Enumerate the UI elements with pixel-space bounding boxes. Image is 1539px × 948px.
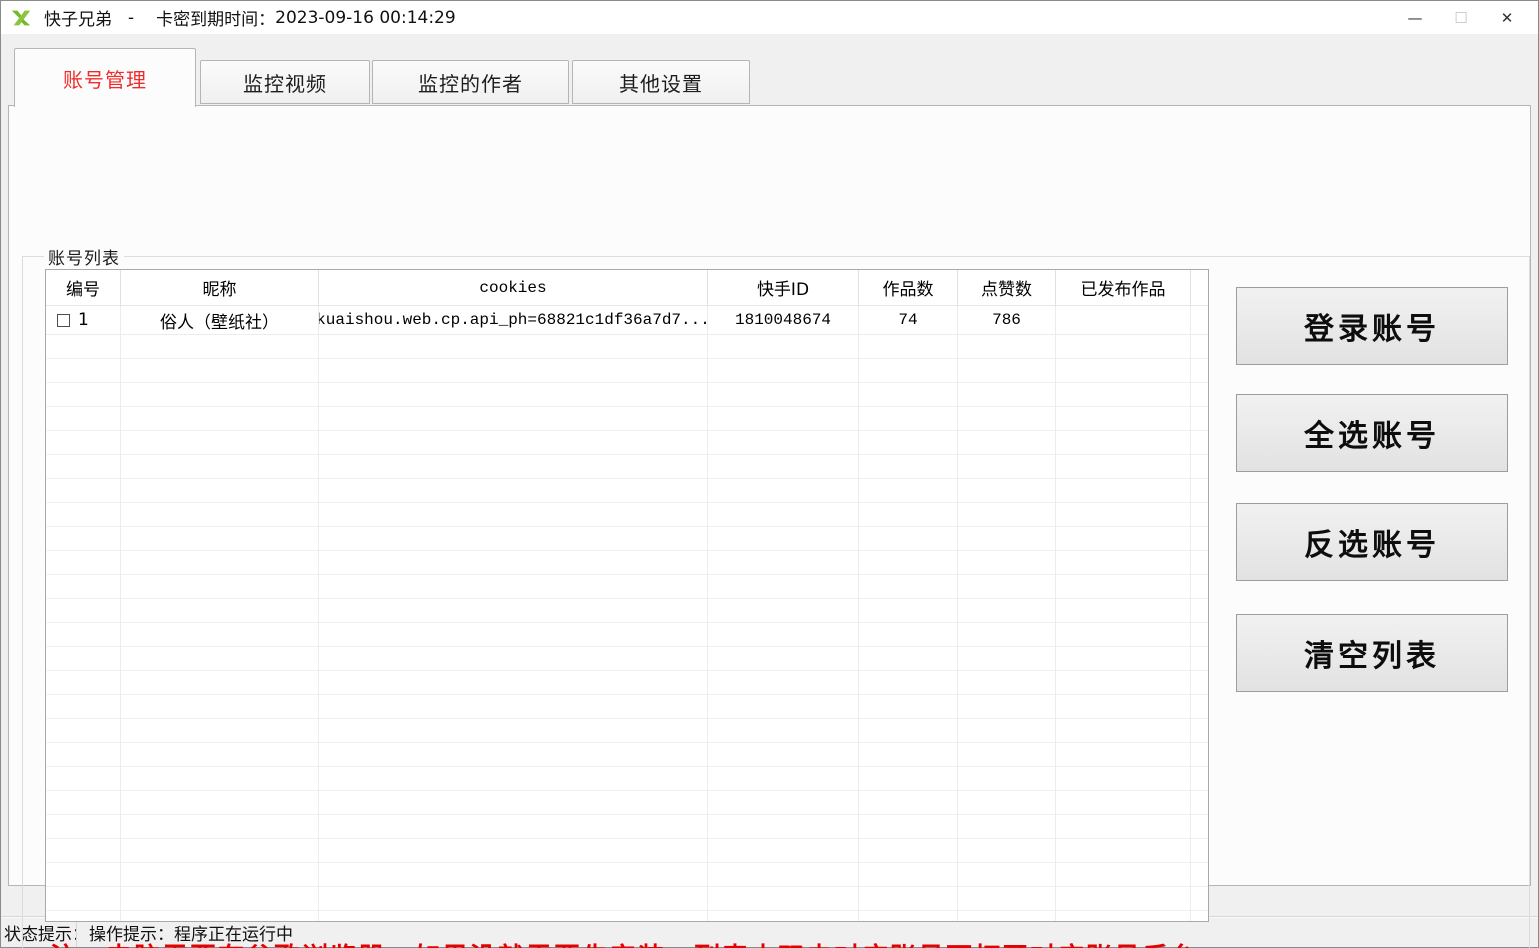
column-header-nickname[interactable]: 昵称 xyxy=(121,270,319,306)
tab-account-management[interactable]: 账号管理 xyxy=(14,48,196,107)
cell-likes-count: 786 xyxy=(958,306,1056,335)
select-all-accounts-button[interactable]: 全选账号 xyxy=(1236,394,1508,472)
row-checkbox[interactable] xyxy=(57,314,70,327)
column-header-index[interactable]: 编号 xyxy=(46,270,121,306)
column-header-cookies[interactable]: cookies xyxy=(319,270,708,306)
cell-works-count: 74 xyxy=(859,306,958,335)
account-table: 编号 昵称 cookies 快手ID 作品数 点赞数 已发布作品 1 俗人（壁纸… xyxy=(45,269,1209,922)
close-icon: ✕ xyxy=(1501,9,1514,27)
groupbox-label: 账号列表 xyxy=(44,244,124,269)
empty-table-area xyxy=(46,335,1208,922)
maximize-icon: ☐ xyxy=(1454,9,1467,27)
tab-label: 监控的作者 xyxy=(418,68,523,97)
account-management-page: 账号列表 编号 昵称 cookies 快手ID 作品数 点赞数 已发布作品 1 xyxy=(8,105,1531,886)
tab-other-settings[interactable]: 其他设置 xyxy=(572,60,750,104)
account-list-groupbox: 账号列表 编号 昵称 cookies 快手ID 作品数 点赞数 已发布作品 1 xyxy=(22,256,1530,948)
grid-line xyxy=(957,335,958,922)
expiry-label: 卡密到期时间： xyxy=(156,5,275,30)
column-header-works-count[interactable]: 作品数 xyxy=(859,270,958,306)
row-index: 1 xyxy=(78,310,89,330)
grid-line xyxy=(120,335,121,922)
column-header-kuaishou-id[interactable]: 快手ID xyxy=(708,270,859,306)
grid-line xyxy=(1190,335,1191,922)
grid-line xyxy=(318,335,319,922)
grid-line xyxy=(1055,335,1056,922)
cell-filler xyxy=(1191,306,1208,335)
cell-cookies: kuaishou.web.cp.api_ph=68821c1df36a7d7..… xyxy=(319,306,708,335)
tab-monitored-authors[interactable]: 监控的作者 xyxy=(372,60,569,104)
tab-label: 监控视频 xyxy=(243,68,327,97)
login-account-button[interactable]: 登录账号 xyxy=(1236,287,1508,365)
table-row[interactable]: 1 俗人（壁纸社） kuaishou.web.cp.api_ph=68821c1… xyxy=(46,306,1208,335)
app-name: 快子兄弟 xyxy=(44,5,112,30)
close-button[interactable]: ✕ xyxy=(1484,1,1530,34)
minimize-icon: — xyxy=(1408,9,1423,27)
grid-line xyxy=(858,335,859,922)
column-header-published-works[interactable]: 已发布作品 xyxy=(1056,270,1191,306)
window-controls: — ☐ ✕ xyxy=(1392,1,1530,34)
title-bar: 快子兄弟 - 卡密到期时间： 2023-09-16 00:14:29 — ☐ ✕ xyxy=(1,1,1538,34)
app-window: 快子兄弟 - 卡密到期时间： 2023-09-16 00:14:29 — ☐ ✕… xyxy=(0,0,1539,948)
column-header-likes-count[interactable]: 点赞数 xyxy=(958,270,1056,306)
cell-index: 1 xyxy=(46,306,121,335)
tab-label: 其他设置 xyxy=(619,68,703,97)
maximize-button[interactable]: ☐ xyxy=(1438,1,1484,34)
expiry-value: 2023-09-16 00:14:29 xyxy=(275,8,456,28)
invert-selection-button[interactable]: 反选账号 xyxy=(1236,503,1508,581)
tab-label: 账号管理 xyxy=(63,64,147,93)
cell-kuaishou-id: 1810048674 xyxy=(708,306,859,335)
table-header-row: 编号 昵称 cookies 快手ID 作品数 点赞数 已发布作品 xyxy=(46,270,1208,306)
cell-nickname: 俗人（壁纸社） xyxy=(121,306,319,335)
cell-published-works xyxy=(1056,306,1191,335)
minimize-button[interactable]: — xyxy=(1392,1,1438,34)
tab-monitor-videos[interactable]: 监控视频 xyxy=(200,60,370,104)
title-separator: - xyxy=(128,8,134,28)
window-title: 快子兄弟 - 卡密到期时间： 2023-09-16 00:14:29 xyxy=(44,5,456,30)
clear-list-button[interactable]: 清空列表 xyxy=(1236,614,1508,692)
chrome-requirement-note: 注：电脑需要有谷歌浏览器，如果没就需要先安装。列表内双击对应账号可打开对应账号后… xyxy=(50,937,1226,948)
column-header-filler xyxy=(1191,270,1208,306)
app-logo-icon xyxy=(10,7,32,29)
grid-line xyxy=(707,335,708,922)
